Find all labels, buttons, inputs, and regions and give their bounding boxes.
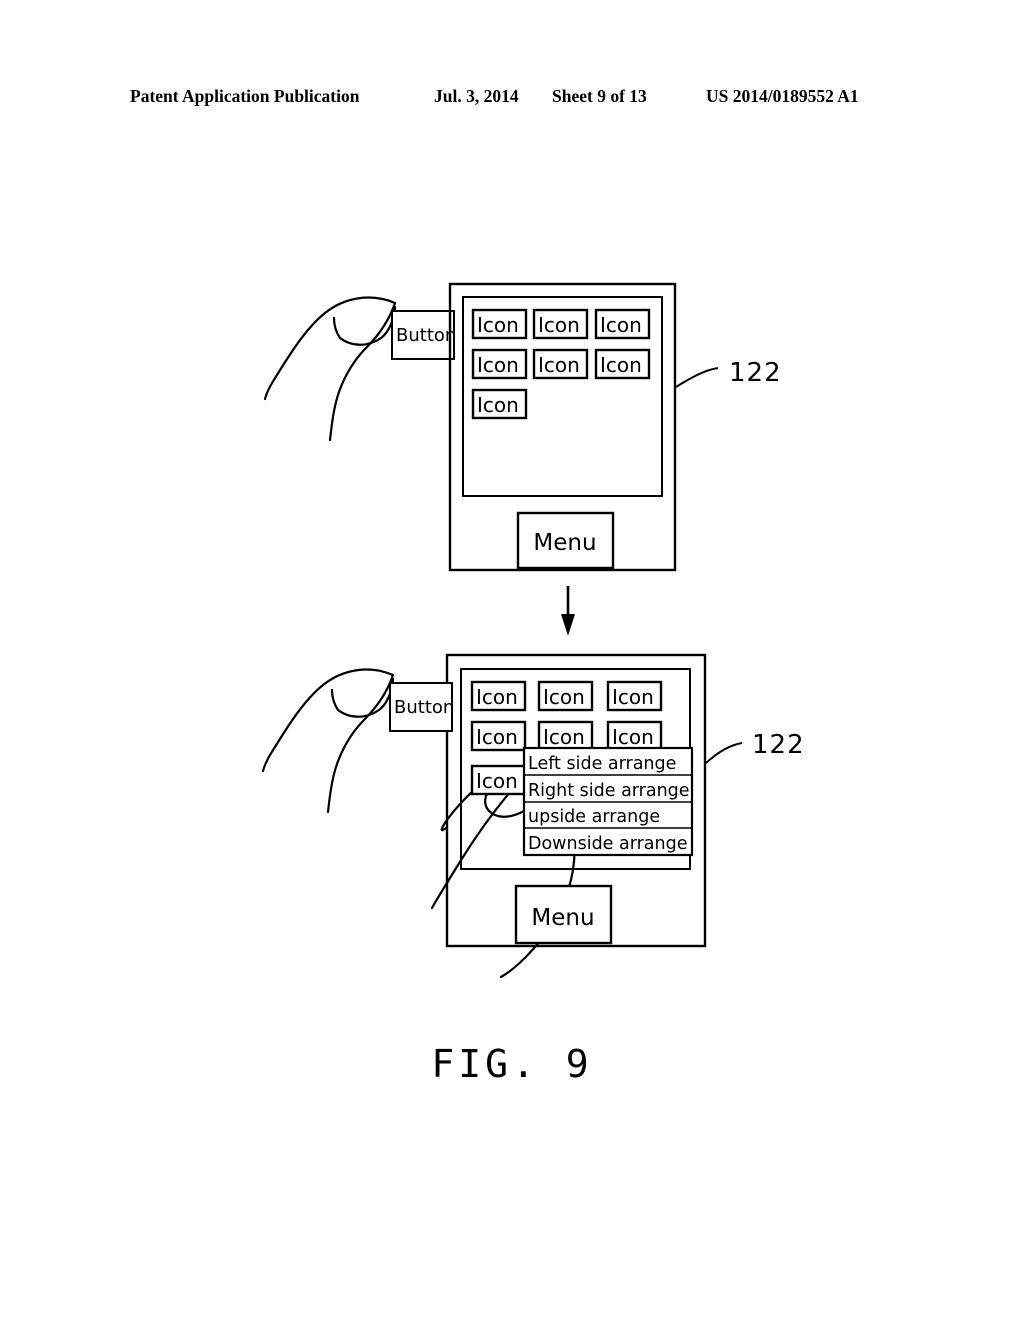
top-icon-4-label: Icon (477, 353, 519, 377)
bottom-icon-7-label: Icon (476, 769, 518, 793)
top-icon-5[interactable]: Icon (532, 348, 589, 380)
bottom-icon-4-label: Icon (476, 725, 518, 749)
top-icon-4[interactable]: Icon (471, 348, 528, 380)
top-icon-7[interactable]: Icon (471, 388, 528, 420)
flow-arrow (561, 586, 575, 636)
bottom-menu-button-label: Menu (531, 905, 594, 931)
bottom-icon-1-label: Icon (476, 685, 518, 709)
top-icon-7-label: Icon (477, 393, 519, 417)
popup-menu-item-2-label: Right side arrange (528, 781, 690, 801)
bottom-icon-3[interactable]: Icon (606, 680, 663, 712)
top-icon-5-label: Icon (538, 353, 580, 377)
top-icon-grid: Icon Icon Icon Icon Icon Icon Icon (471, 308, 651, 420)
popup-menu-item-4-label: Downside arrange (528, 834, 688, 854)
bottom-icon-6[interactable]: Icon (606, 720, 663, 752)
bottom-icon-1[interactable]: Icon (470, 680, 527, 712)
popup-menu-item-right-side-arrange[interactable]: Right side arrange (524, 775, 692, 802)
bottom-leader-line (705, 742, 743, 764)
top-icon-1-label: Icon (477, 313, 519, 337)
bottom-icon-3-label: Icon (612, 685, 654, 709)
bottom-icon-5-label: Icon (543, 725, 585, 749)
bottom-finger-illustration (261, 668, 395, 814)
top-reference-numeral: 122 (729, 358, 782, 388)
top-icon-1[interactable]: Icon (471, 308, 528, 340)
bottom-icon-2-label: Icon (543, 685, 585, 709)
top-finger-illustration (263, 296, 397, 442)
top-icon-2-label: Icon (538, 313, 580, 337)
arrange-popup-menu: Left side arrange Right side arrange ups… (522, 746, 694, 857)
top-device-group: Button Icon Icon Icon Icon Icon Icon Ico… (263, 282, 782, 572)
popup-menu-item-1-label: Left side arrange (528, 754, 676, 774)
patent-drawing: Button Icon Icon Icon Icon Icon Icon Ico… (0, 0, 1024, 1320)
bottom-icon-4[interactable]: Icon (470, 720, 527, 752)
bottom-reference-numeral: 122 (752, 730, 805, 760)
top-icon-6[interactable]: Icon (594, 348, 651, 380)
bottom-device-group: Button Icon Icon Icon Icon Icon Icon Ico… (261, 653, 805, 979)
popup-menu-item-3-label: upside arrange (528, 807, 660, 827)
bottom-button-label: Button (394, 697, 454, 718)
figure-caption: FIG. 9 (431, 1042, 593, 1086)
bottom-icon-5[interactable]: Icon (537, 720, 594, 752)
top-icon-3-label: Icon (600, 313, 642, 337)
top-icon-2[interactable]: Icon (532, 308, 589, 340)
top-icon-3[interactable]: Icon (594, 308, 651, 340)
popup-menu-item-upside-arrange[interactable]: upside arrange (524, 802, 692, 828)
bottom-icon-7[interactable]: Icon (470, 764, 527, 796)
popup-menu-item-downside-arrange[interactable]: Downside arrange (524, 828, 692, 855)
top-button-label: Button (396, 325, 456, 346)
figure-9-drawing: Button Icon Icon Icon Icon Icon Icon Ico… (261, 282, 805, 979)
top-icon-6-label: Icon (600, 353, 642, 377)
bottom-icon-2[interactable]: Icon (537, 680, 594, 712)
top-leader-line (675, 367, 719, 388)
popup-menu-item-left-side-arrange[interactable]: Left side arrange (524, 748, 692, 775)
bottom-icon-6-label: Icon (612, 725, 654, 749)
top-menu-button-label: Menu (533, 530, 596, 556)
